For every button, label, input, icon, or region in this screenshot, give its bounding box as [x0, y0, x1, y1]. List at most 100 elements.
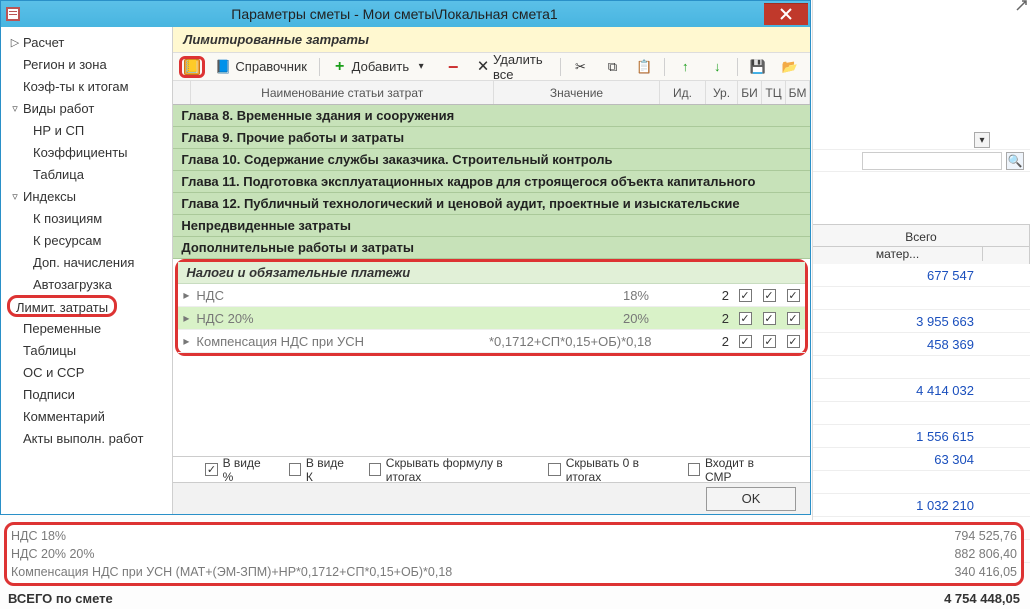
toolbar-btn-down[interactable]: ↓: [703, 57, 731, 77]
right-strip: ▾ 🔍 Всего матер... 677 547.3 955 663458 …: [812, 0, 1030, 520]
chapter-row[interactable]: Дополнительные работы и затраты: [173, 237, 810, 259]
subheader[interactable]: Налоги и обязательные платежи: [178, 262, 805, 284]
summary-row: Компенсация НДС при УСН (МАТ+(ЭМ-ЗПМ)+НР…: [11, 563, 1017, 581]
data-row[interactable]: ▸ Компенсация НДС при УСН *0,1712+СП*0,1…: [178, 330, 805, 353]
col-name: Наименование статьи затрат: [191, 81, 494, 104]
toolbar: 📒 📘Справочник +Добавить▾ − 🗙Удалить все …: [173, 53, 810, 81]
chapter-row[interactable]: Глава 12. Публичный технологический и це…: [173, 193, 810, 215]
tree-item-kres[interactable]: К ресурсам: [3, 229, 170, 251]
grid-header: Наименование статьи затрат Значение Ид. …: [173, 81, 810, 105]
copy-icon: ⧉: [604, 59, 620, 75]
value-row: 63 304: [813, 448, 1030, 471]
tree-item-osssr[interactable]: ОС и ССР: [3, 361, 170, 383]
checkbox[interactable]: ✓: [739, 335, 752, 348]
paste-icon: 📋: [636, 59, 652, 75]
col-value: Значение: [494, 81, 660, 104]
col-bm: БМ: [786, 81, 810, 104]
toolbar-btn-add[interactable]: +Добавить▾: [326, 57, 435, 77]
opt-koef[interactable]: В виде К: [289, 456, 351, 484]
expand-icon: ▸: [178, 334, 194, 348]
checkbox[interactable]: ✓: [763, 335, 776, 348]
tax-rows-box: Налоги и обязательные платежи ▸ НДС 18%2…: [175, 259, 808, 356]
value-row: 458 369: [813, 333, 1030, 356]
value-row: 1 032 210: [813, 494, 1030, 517]
tree-item-podpisi[interactable]: Подписи: [3, 383, 170, 405]
expand-icon: ▸: [178, 311, 194, 325]
close-button[interactable]: [764, 3, 808, 25]
value-row: 677 547: [813, 264, 1030, 287]
trash-icon: 🗙: [477, 59, 489, 75]
toolbar-btn-cut[interactable]: ✂: [566, 57, 594, 77]
value-row: 3 955 663: [813, 310, 1030, 333]
value-row: .: [813, 471, 1030, 494]
save-icon: 💾: [750, 59, 766, 75]
tree-item-nrsp[interactable]: НР и СП: [3, 119, 170, 141]
checkbox[interactable]: ✓: [739, 289, 752, 302]
folder-open-icon: 📂: [782, 59, 798, 75]
tree-item-vidy[interactable]: ▿Виды работ: [3, 97, 170, 119]
tree-item-raschet[interactable]: ▷Расчет: [3, 31, 170, 53]
search-input[interactable]: [862, 152, 1002, 170]
toolbar-btn-paste[interactable]: 📋: [630, 57, 658, 77]
opt-hidezero[interactable]: Скрывать 0 в итогах: [548, 456, 669, 484]
toolbar-btn-save[interactable]: 💾: [744, 57, 772, 77]
checkbox[interactable]: ✓: [739, 312, 752, 325]
col-ur: Ур.: [706, 81, 738, 104]
ok-button[interactable]: OK: [706, 487, 796, 511]
toolbar-btn-deleteall[interactable]: 🗙Удалить все: [471, 50, 554, 84]
toolbar-btn-copy[interactable]: ⧉: [598, 57, 626, 77]
tree-item-dopnach[interactable]: Доп. начисления: [3, 251, 170, 273]
tree-item-peremennie[interactable]: Переменные: [3, 317, 170, 339]
opt-hideformula[interactable]: Скрывать формулу в итогах: [369, 456, 531, 484]
checkbox[interactable]: ✓: [787, 335, 800, 348]
tree-item-kommentariy[interactable]: Комментарий: [3, 405, 170, 427]
dropdown-toggle[interactable]: ▾: [974, 132, 990, 148]
scissors-icon: ✂: [572, 59, 588, 75]
estimate-params-dialog: Параметры сметы - Мои сметы\Локальная см…: [0, 0, 811, 515]
book-icon: 📒: [184, 59, 200, 75]
col-bi: БИ: [738, 81, 762, 104]
tree-item-akty[interactable]: Акты выполн. работ: [3, 427, 170, 449]
tree-item-indeksy[interactable]: ▿Индексы: [3, 185, 170, 207]
book-open-icon: 📘: [215, 59, 231, 75]
tree-item-kpoz[interactable]: К позициям: [3, 207, 170, 229]
arrow-down-icon: ↓: [709, 59, 725, 75]
search-button[interactable]: 🔍: [1006, 152, 1024, 170]
toolbar-btn-main[interactable]: 📒: [179, 56, 205, 78]
toolbar-btn-spravochnik[interactable]: 📘Справочник: [209, 57, 313, 77]
plus-icon: +: [332, 59, 348, 75]
summary-area: НДС 18%794 525,76 НДС 20% 20%882 806,40 …: [4, 522, 1024, 608]
tree-item-tablica[interactable]: Таблица: [3, 163, 170, 185]
toolbar-btn-up[interactable]: ↑: [671, 57, 699, 77]
opt-percent[interactable]: ✓В виде %: [205, 456, 270, 484]
chapter-row[interactable]: Глава 8. Временные здания и сооружения: [173, 105, 810, 127]
checkbox[interactable]: ✓: [787, 312, 800, 325]
minus-icon: −: [445, 59, 461, 75]
chapter-row[interactable]: Глава 11. Подготовка эксплуатационных ка…: [173, 171, 810, 193]
tree-item-region[interactable]: Регион и зона: [3, 53, 170, 75]
value-row: .: [813, 287, 1030, 310]
expand-icon[interactable]: [1016, 0, 1030, 14]
toolbar-btn-remove[interactable]: −: [439, 57, 467, 77]
data-row[interactable]: ▸ НДС 18%2 ✓ ✓ ✓: [178, 284, 805, 307]
summary-box: НДС 18%794 525,76 НДС 20% 20%882 806,40 …: [4, 522, 1024, 586]
col-tc: ТЦ: [762, 81, 786, 104]
params-tree: ▷Расчет Регион и зона Коэф-ты к итогам ▿…: [1, 27, 173, 514]
tree-item-koef[interactable]: Коэф-ты к итогам: [3, 75, 170, 97]
toolbar-btn-open[interactable]: 📂: [776, 57, 804, 77]
tree-item-koeff[interactable]: Коэффициенты: [3, 141, 170, 163]
tree-item-limit-zatraty[interactable]: Лимит. затраты: [7, 295, 117, 317]
chapter-row[interactable]: Глава 10. Содержание службы заказчика. С…: [173, 149, 810, 171]
checkbox[interactable]: ✓: [763, 312, 776, 325]
opt-smr[interactable]: Входит в СМР: [688, 456, 778, 484]
data-row[interactable]: ▸ НДС 20% 20%2 ✓ ✓ ✓: [178, 307, 805, 330]
checkbox[interactable]: ✓: [763, 289, 776, 302]
chapter-row[interactable]: Непредвиденные затраты: [173, 215, 810, 237]
options-line: ✓В виде % В виде К Скрывать формулу в ит…: [173, 456, 810, 482]
col-id: Ид.: [660, 81, 706, 104]
right-pane: Лимитированные затраты 📒 📘Справочник +До…: [173, 27, 810, 514]
tree-item-tablicy[interactable]: Таблицы: [3, 339, 170, 361]
tree-item-avtoz[interactable]: Автозагрузка: [3, 273, 170, 295]
checkbox[interactable]: ✓: [787, 289, 800, 302]
chapter-row[interactable]: Глава 9. Прочие работы и затраты: [173, 127, 810, 149]
